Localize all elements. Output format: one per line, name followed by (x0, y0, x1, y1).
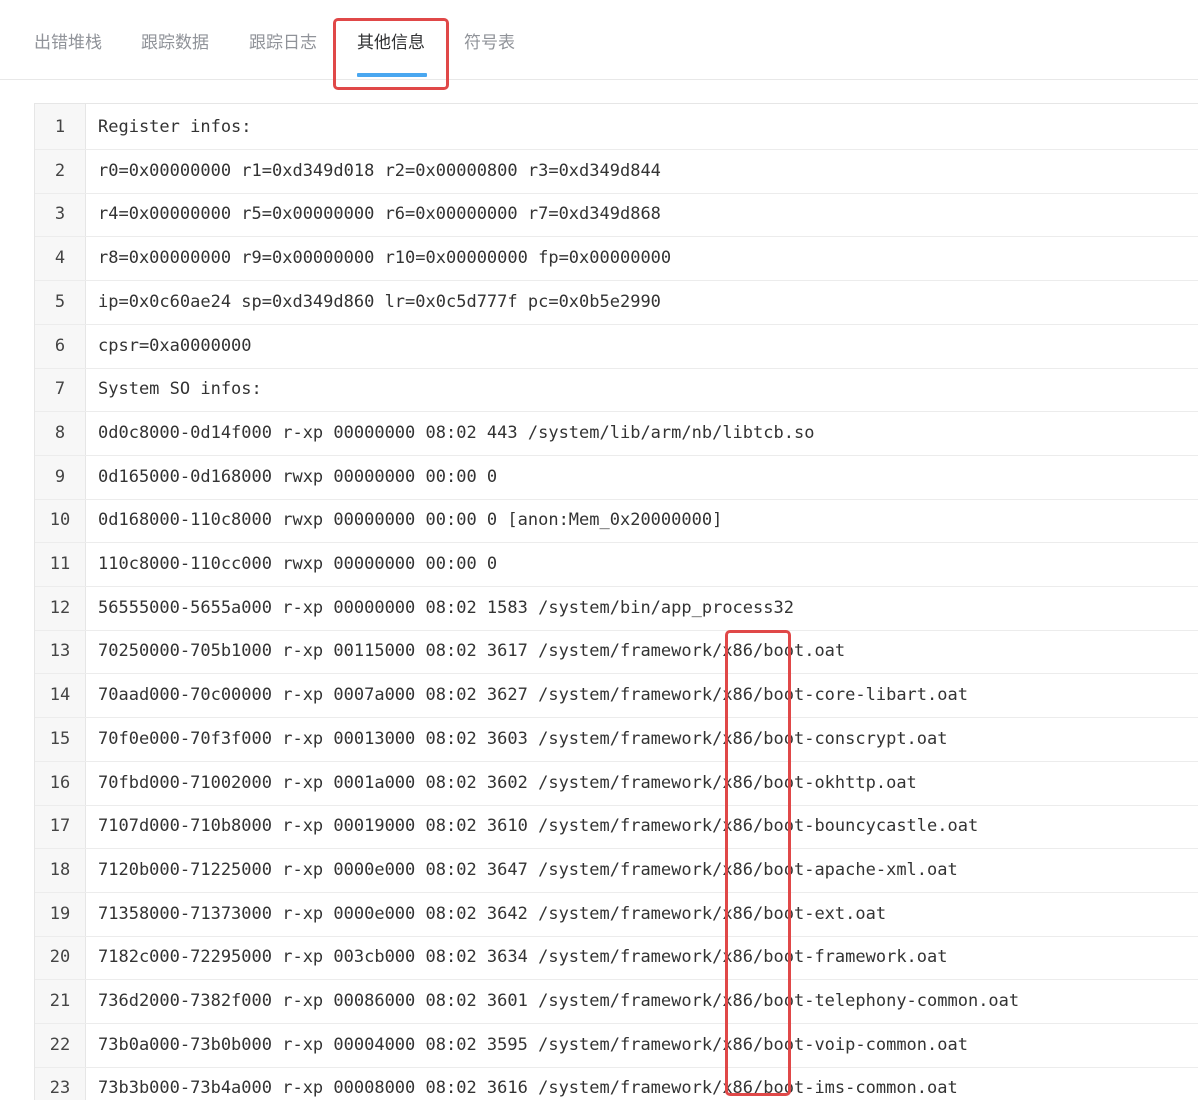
line-text: 7182c000-72295000 r-xp 003cb000 08:02 36… (98, 947, 948, 968)
page: 出错堆栈 跟踪数据 跟踪日志 其他信息 符号表 1 Register infos:… (0, 0, 1198, 1100)
line-number: 3 (54, 204, 66, 225)
tab-highlight-annotation (333, 18, 449, 90)
line-number: 17 (49, 816, 71, 837)
line-number: 7 (54, 379, 66, 400)
code-line: 13 70250000-705b1000 r-xp 00115000 08:02 … (35, 630, 1198, 675)
line-text: 110c8000-110cc000 rwxp 00000000 00:00 0 (98, 554, 498, 574)
code-line: 3 r4=0x00000000 r5=0x00000000 r6=0x000000… (35, 193, 1198, 238)
line-number: 16 (49, 772, 71, 793)
code-panel: 1 Register infos: 2 r0=0x00000000 r1=0xd349… (34, 103, 1198, 1100)
line-number: 5 (54, 291, 66, 312)
code-line: 11 110c8000-110cc000 rwxp 00000000 00:00 … (35, 543, 1198, 587)
tab-symbol-table[interactable]: 符号表 (464, 31, 515, 55)
line-text: 70f0e000-70f3f000 r-xp 00013000 08:02 36… (98, 728, 948, 749)
code-line: 7 System SO infos: (35, 368, 1198, 413)
line-text: r0=0x00000000 r1=0xd349d018 r2=0x0000080… (98, 160, 661, 181)
line-number: 6 (54, 335, 66, 356)
tab-trace-data[interactable]: 跟踪数据 (141, 31, 209, 55)
line-text: r8=0x00000000 r9=0x00000000 r10=0x000000… (98, 248, 672, 269)
line-text: 56555000-5655a000 r-xp 00000000 08:02 15… (98, 597, 794, 618)
line-number: 8 (54, 422, 66, 443)
line-number: 13 (49, 641, 71, 662)
code-line: 4 r8=0x00000000 r9=0x00000000 r10=0x00000… (35, 237, 1198, 282)
code-line: 2 r0=0x00000000 r1=0xd349d018 r2=0x000008… (35, 150, 1198, 194)
code-line: 21 736d2000-7382f000 r-xp 00086000 08:02 … (35, 980, 1198, 1024)
line-number: 10 (49, 510, 71, 531)
line-text: 70aad000-70c00000 r-xp 0007a000 08:02 36… (98, 685, 968, 706)
code-line: 22 73b0a000-73b0b000 r-xp 00004000 08:02 … (35, 1024, 1198, 1068)
line-text: ip=0x0c60ae24 sp=0xd349d860 lr=0x0c5d777… (98, 291, 661, 312)
line-text: 70250000-705b1000 r-xp 00115000 08:02 36… (98, 641, 846, 662)
code-line: 16 70fbd000-71002000 r-xp 0001a000 08:02 … (35, 762, 1198, 806)
code-line: 10 0d168000-110c8000 rwxp 00000000 00:00 … (35, 499, 1198, 544)
line-text: 71358000-71373000 r-xp 0000e000 08:02 36… (98, 903, 887, 924)
line-text: Register infos: (98, 117, 252, 137)
line-number: 22 (49, 1034, 71, 1055)
line-text: cpsr=0xa0000000 (98, 335, 252, 356)
code-line: 20 7182c000-72295000 r-xp 003cb000 08:02 … (35, 936, 1198, 981)
line-text: System SO infos: (98, 379, 262, 400)
line-text: 73b3b000-73b4a000 r-xp 00008000 08:02 36… (98, 1078, 958, 1099)
line-text: 7120b000-71225000 r-xp 0000e000 08:02 36… (98, 859, 958, 880)
line-text: 70fbd000-71002000 r-xp 0001a000 08:02 36… (98, 772, 917, 793)
code-line: 8 0d0c8000-0d14f000 r-xp 00000000 08:02 4… (35, 412, 1198, 456)
code-line: 12 56555000-5655a000 r-xp 00000000 08:02 … (35, 587, 1198, 631)
line-number: 23 (49, 1078, 71, 1099)
code-line: 5 ip=0x0c60ae24 sp=0xd349d860 lr=0x0c5d77… (35, 281, 1198, 325)
code-line: 19 71358000-71373000 r-xp 0000e000 08:02 … (35, 893, 1198, 937)
line-text: 0d165000-0d168000 rwxp 00000000 00:00 0 (98, 466, 498, 487)
code-line: 17 7107d000-710b8000 r-xp 00019000 08:02 … (35, 805, 1198, 850)
line-number: 15 (49, 728, 71, 749)
line-text: 0d168000-110c8000 rwxp 00000000 00:00 0 … (98, 510, 723, 531)
tab-bar: 出错堆栈 跟踪数据 跟踪日志 其他信息 符号表 (0, 0, 1198, 90)
code-line: 14 70aad000-70c00000 r-xp 0007a000 08:02 … (35, 674, 1198, 719)
line-number: 20 (49, 947, 71, 968)
code-line: 18 7120b000-71225000 r-xp 0000e000 08:02 … (35, 849, 1198, 893)
line-text: 0d0c8000-0d14f000 r-xp 00000000 08:02 44… (98, 422, 815, 443)
code-line: 15 70f0e000-70f3f000 r-xp 00013000 08:02 … (35, 718, 1198, 762)
line-number: 18 (49, 859, 71, 880)
line-number: 1 (54, 117, 66, 137)
code-line: 1 Register infos: (35, 106, 1198, 150)
line-number: 11 (49, 554, 71, 574)
line-number: 21 (49, 991, 71, 1011)
line-number: 19 (49, 903, 71, 924)
line-number: 4 (54, 248, 66, 269)
code-line: 9 0d165000-0d168000 rwxp 00000000 00:00 0 (35, 456, 1198, 500)
line-number: 9 (54, 466, 66, 487)
code-line: 6 cpsr=0xa0000000 (35, 325, 1198, 369)
line-number: 14 (49, 685, 71, 706)
line-text: 7107d000-710b8000 r-xp 00019000 08:02 36… (98, 816, 979, 837)
line-text: r4=0x00000000 r5=0x00000000 r6=0x0000000… (98, 204, 661, 225)
line-number: 2 (54, 160, 66, 181)
tab-trace-log[interactable]: 跟踪日志 (249, 31, 317, 55)
line-text: 73b0a000-73b0b000 r-xp 00004000 08:02 35… (98, 1034, 968, 1055)
tab-error-stack[interactable]: 出错堆栈 (34, 31, 102, 55)
line-number: 12 (49, 597, 71, 618)
code-line: 23 73b3b000-73b4a000 r-xp 00008000 08:02 … (35, 1067, 1198, 1100)
line-text: 736d2000-7382f000 r-xp 00086000 08:02 36… (98, 991, 1020, 1011)
